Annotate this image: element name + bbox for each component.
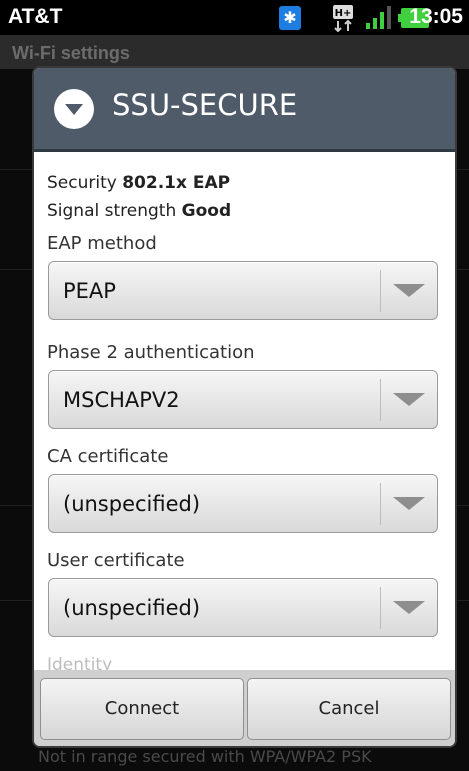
screen-title: Wi-Fi settings <box>0 35 469 69</box>
ca-certificate-spinner[interactable]: (unspecified) <box>48 474 438 533</box>
carrier-name: AT&T <box>8 5 63 28</box>
dialog-header: SSU-SECURE <box>34 68 455 152</box>
security-value: 802.1x EAP <box>122 173 231 193</box>
status-time: 13:05 <box>409 5 463 28</box>
bluetooth-icon: ✱ <box>279 6 301 30</box>
data-badge-text: H+ <box>335 8 352 19</box>
spinner-separator <box>380 587 381 629</box>
spinner-separator <box>380 270 381 312</box>
ca-certificate-value: (unspecified) <box>63 492 201 516</box>
user-certificate-spinner[interactable]: (unspecified) <box>48 578 438 637</box>
ca-certificate-label: CA certificate <box>47 446 169 467</box>
spinner-separator <box>380 483 381 525</box>
spinner-separator <box>380 379 381 421</box>
cancel-button[interactable]: Cancel <box>247 678 451 740</box>
status-bar: AT&T ✱ H+ 13:05 <box>0 0 469 35</box>
user-certificate-value: (unspecified) <box>63 596 201 620</box>
chevron-down-icon <box>393 497 425 510</box>
phase2-auth-label: Phase 2 authentication <box>47 342 255 363</box>
chevron-down-icon <box>393 601 425 614</box>
signal-bars-icon <box>366 6 391 29</box>
security-info: Security 802.1x EAP <box>47 173 230 193</box>
connect-button[interactable]: Connect <box>40 678 244 740</box>
wifi-network-dialog: SSU-SECURE Security 802.1x EAP Signal st… <box>34 68 455 746</box>
chevron-down-icon <box>393 284 425 297</box>
eap-method-label: EAP method <box>47 233 157 254</box>
security-label: Security <box>47 173 117 193</box>
eap-method-spinner[interactable]: PEAP <box>48 261 438 320</box>
eap-method-value: PEAP <box>63 279 116 303</box>
signal-value: Good <box>181 201 232 221</box>
chevron-down-icon <box>393 393 425 406</box>
user-certificate-label: User certificate <box>47 550 185 571</box>
dialog-button-bar: Connect Cancel <box>34 670 455 746</box>
phase2-auth-value: MSCHAPV2 <box>63 388 180 412</box>
dialog-title: SSU-SECURE <box>112 88 298 122</box>
data-hplus-icon: H+ <box>333 5 353 32</box>
identity-label: Identity <box>47 655 113 670</box>
signal-info: Signal strength Good <box>47 201 231 221</box>
signal-label: Signal strength <box>47 201 177 221</box>
dropdown-circle-icon <box>54 89 94 129</box>
dialog-body[interactable]: Security 802.1x EAP Signal strength Good… <box>34 155 455 670</box>
network-status-text: Not in range secured with WPA/WPA2 PSK <box>38 747 372 766</box>
phase2-auth-spinner[interactable]: MSCHAPV2 <box>48 370 438 429</box>
